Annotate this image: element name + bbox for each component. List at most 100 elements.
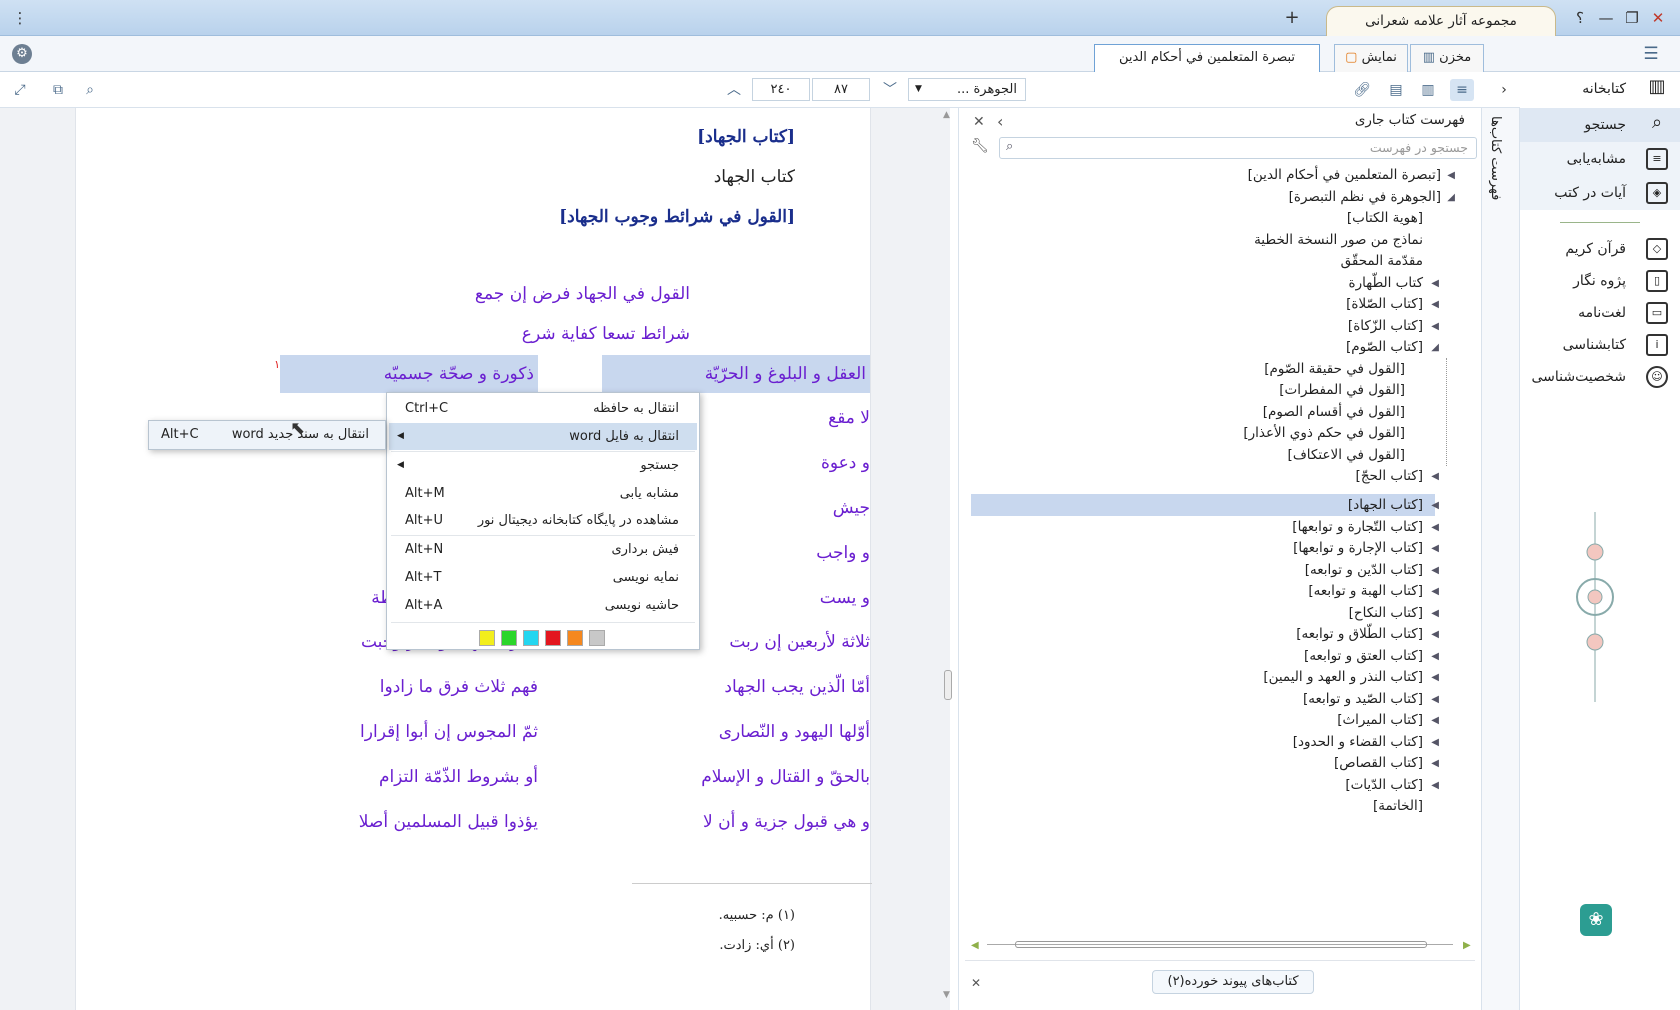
toc-item[interactable]: [كتاب الميراث]: [1337, 709, 1423, 731]
sidebar-item-library[interactable]: کتابخانه ▥: [1520, 72, 1680, 106]
toc-item[interactable]: [القول في حقيقة الصّوم]: [1264, 358, 1405, 380]
toc-item[interactable]: [هوية الكتاب]: [1347, 207, 1423, 229]
h-scroll-thumb[interactable]: [1015, 941, 1427, 948]
menu-item-margin[interactable]: حاشیه نویسی Alt+A: [389, 592, 697, 619]
app-menu-icon[interactable]: ⋮: [8, 6, 32, 30]
zoom-search-icon[interactable]: ⌕: [78, 79, 102, 101]
toc-item[interactable]: [كتاب الإجارة و توابعها]: [1293, 537, 1423, 559]
sidebar-item-research[interactable]: پژوه نگار ▯: [1520, 264, 1680, 298]
toc-item[interactable]: [الجوهرة في نظم التبصرة]: [1289, 186, 1441, 208]
toc-item[interactable]: [كتاب النكاح]: [1349, 602, 1423, 624]
add-tab-button[interactable]: +: [1280, 6, 1304, 30]
link-icon[interactable]: 🔗︎: [1350, 79, 1374, 101]
toc-item[interactable]: [كتاب الصّيد و توابعه]: [1303, 688, 1423, 710]
toc-item[interactable]: كتاب الطّهارة: [1349, 272, 1423, 294]
restore-button[interactable]: ❐: [1620, 6, 1644, 30]
menu-item-similar[interactable]: مشابه یابی Alt+M: [389, 480, 697, 507]
expand-arrow-icon[interactable]: ◀: [1431, 780, 1439, 791]
toc-item[interactable]: [الخاتمة]: [1373, 795, 1423, 817]
sidebar-item-similar[interactable]: مشابه‌یابی ≡: [1520, 142, 1680, 176]
section-select[interactable]: الجوهرة ... ▼: [908, 78, 1026, 101]
minimize-button[interactable]: —: [1594, 6, 1618, 30]
toc-item[interactable]: [كتاب الدّيات]: [1345, 774, 1423, 796]
color-swatch-cyan[interactable]: [523, 630, 539, 646]
scroll-right-icon[interactable]: ▶: [1463, 940, 1471, 951]
menu-item-note[interactable]: فیش برداری Alt+N: [389, 536, 697, 563]
expand-arrow-icon[interactable]: ◀: [1447, 170, 1455, 181]
toc-item[interactable]: [كتاب الهبة و توابعه]: [1308, 580, 1423, 602]
expand-arrow-icon[interactable]: ◀: [1431, 608, 1439, 619]
toc-item[interactable]: [كتاب الصّوم]: [1346, 336, 1423, 358]
expand-arrow-icon[interactable]: ◀: [1431, 586, 1439, 597]
scroll-left-icon[interactable]: ◀: [971, 940, 979, 951]
close-linked-icon[interactable]: ✕: [971, 976, 981, 990]
hamburger-menu-icon[interactable]: ☰: [1640, 44, 1662, 64]
toc-item[interactable]: [كتاب الزّكاة]: [1348, 315, 1423, 337]
collapse-arrow-icon[interactable]: ◢: [1447, 192, 1455, 203]
toc-item[interactable]: [كتاب النذر و العهد و اليمين]: [1263, 666, 1423, 688]
toc-item[interactable]: [القول في الاعتكاف]: [1288, 444, 1405, 466]
expand-icon[interactable]: ⤢: [8, 79, 32, 101]
help-button[interactable]: ؟: [1568, 6, 1592, 30]
menu-item-word[interactable]: انتقال به فایل word ◀: [389, 423, 697, 450]
expand-arrow-icon[interactable]: ◀: [1431, 278, 1439, 289]
expand-arrow-icon[interactable]: ◀: [1431, 522, 1439, 533]
close-button[interactable]: ✕: [1646, 6, 1670, 30]
tab-display[interactable]: ▢ نمایش: [1334, 44, 1408, 72]
page-down-icon[interactable]: ﹀: [878, 79, 902, 101]
color-swatch-yellow[interactable]: [479, 630, 495, 646]
scroll-thumb[interactable]: [944, 670, 952, 700]
toc-item-selected[interactable]: [كتاب الجهاد]: [1348, 494, 1423, 516]
toc-item[interactable]: [كتاب التّجارة و توابعها]: [1292, 516, 1423, 538]
toc-back-icon[interactable]: ‹: [997, 112, 1003, 131]
toc-item[interactable]: [كتاب القضاء و الحدود]: [1293, 731, 1423, 753]
toc-item[interactable]: [كتاب الصّلاة]: [1346, 293, 1423, 315]
tab-books-toc[interactable]: فهرست کتاب‌ها: [1488, 116, 1503, 200]
collapse-panel-icon[interactable]: ›: [1492, 79, 1516, 101]
toc-item[interactable]: [القول في المفطرات]: [1279, 379, 1405, 401]
page-up-icon[interactable]: ︿: [722, 79, 746, 101]
sidebar-item-dictionary[interactable]: لغت‌نامه ▭: [1520, 296, 1680, 330]
book-view-icon[interactable]: ▥: [1416, 79, 1440, 101]
expand-arrow-icon[interactable]: ◀: [1431, 737, 1439, 748]
sidebar-item-quran[interactable]: قرآن کریم ◇: [1520, 232, 1680, 266]
bookmark-icon[interactable]: ▤: [1384, 79, 1408, 101]
toc-item[interactable]: [كتاب العتق و توابعه]: [1304, 645, 1423, 667]
menu-item-search[interactable]: جستجو ◀: [389, 452, 697, 479]
scroll-up-icon[interactable]: ▲: [943, 110, 950, 120]
settings-gear-icon[interactable]: ⚙: [12, 44, 32, 64]
expand-arrow-icon[interactable]: ◀: [1431, 500, 1439, 511]
app-tab[interactable]: مجموعه آثار علامه شعرانی: [1326, 6, 1556, 36]
expand-arrow-icon[interactable]: ◀: [1431, 651, 1439, 662]
toc-item[interactable]: [كتاب الطّلاق و توابعه]: [1296, 623, 1423, 645]
submenu-item-new-word[interactable]: انتقال به سند جدید word Alt+C: [149, 421, 385, 449]
sidebar-item-person[interactable]: شخصیت‌شناسی ☺: [1520, 360, 1680, 394]
expand-arrow-icon[interactable]: ◀: [1431, 321, 1439, 332]
toc-item[interactable]: [تبصرة المتعلمين في أحكام الدين]: [1248, 164, 1441, 186]
toc-item[interactable]: [القول في حكم ذوي الأعذار]: [1243, 422, 1405, 444]
color-swatch-orange[interactable]: [567, 630, 583, 646]
expand-arrow-icon[interactable]: ◀: [1431, 694, 1439, 705]
expand-arrow-icon[interactable]: ◀: [1431, 299, 1439, 310]
expand-arrow-icon[interactable]: ◀: [1431, 543, 1439, 554]
expand-arrow-icon[interactable]: ◀: [1431, 672, 1439, 683]
sidebar-item-bibliography[interactable]: کتابشناسی i: [1520, 328, 1680, 362]
expand-arrow-icon[interactable]: ◀: [1431, 629, 1439, 640]
document-scrollbar[interactable]: ▲ ▼: [940, 110, 956, 1008]
toc-item[interactable]: [القول في أقسام الصوم]: [1263, 401, 1405, 423]
compare-icon[interactable]: ⧉: [46, 79, 70, 101]
close-toc-icon[interactable]: ✕: [973, 114, 985, 130]
toc-item[interactable]: [كتاب الحجّ]: [1356, 465, 1423, 487]
color-swatch-red[interactable]: [545, 630, 561, 646]
color-swatch-green[interactable]: [501, 630, 517, 646]
toc-item[interactable]: [كتاب القصاص]: [1334, 752, 1423, 774]
scroll-down-icon[interactable]: ▼: [943, 990, 950, 1000]
sidebar-item-search[interactable]: جستجو ⌕: [1520, 108, 1680, 142]
sidebar-item-verses[interactable]: آیات در کتب ◈: [1520, 176, 1680, 210]
collapse-arrow-icon[interactable]: ◢: [1431, 342, 1439, 353]
expand-arrow-icon[interactable]: ◀: [1431, 471, 1439, 482]
menu-item-copy[interactable]: انتقال به حافظه Ctrl+C: [389, 395, 697, 422]
wrench-icon[interactable]: 🔧︎: [971, 138, 989, 154]
color-swatch-gray[interactable]: [589, 630, 605, 646]
toc-item[interactable]: نماذج من صور النسخة الخطية: [1254, 229, 1423, 251]
